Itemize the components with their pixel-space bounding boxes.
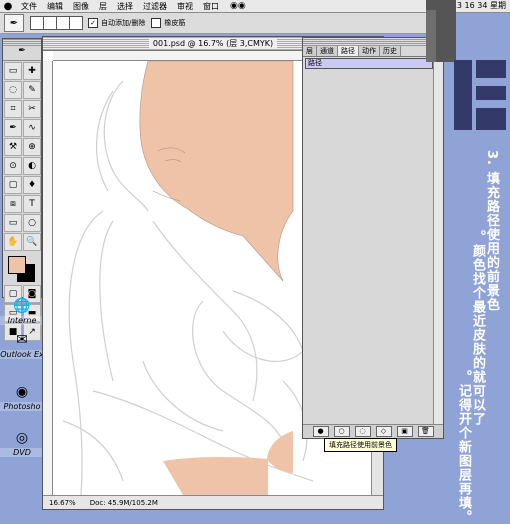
tab-history[interactable]: 历史: [380, 46, 401, 56]
tooltip: 填充路径使用前景色: [324, 438, 397, 452]
tab-layers[interactable]: 层: [303, 46, 317, 56]
dvd-icon: ◎: [15, 430, 29, 446]
desktop-icon-dvd[interactable]: ◎ DVD: [0, 428, 44, 457]
mode-button-2[interactable]: [43, 16, 57, 30]
mail-icon: ✉: [16, 332, 28, 348]
mode-button-4[interactable]: [69, 16, 83, 30]
tool-button-18[interactable]: ✋: [4, 233, 22, 251]
tool-button-16[interactable]: ▭: [4, 214, 22, 232]
tool-button-15[interactable]: T: [23, 195, 41, 213]
doc-size-readout: Doc: 45.9M/105.2M: [89, 498, 158, 507]
feather-logo-icon: ✒: [3, 46, 41, 61]
tool-button-1[interactable]: ✚: [23, 62, 41, 80]
menu-file[interactable]: 文件: [16, 1, 42, 12]
checkbox-unchecked-icon[interactable]: [151, 18, 162, 28]
globe-icon: 🌐: [13, 298, 31, 314]
tool-button-10[interactable]: ⊙: [4, 157, 22, 175]
path-mode-buttons: [30, 16, 83, 30]
pen-tool-icon[interactable]: ✒: [4, 14, 24, 32]
tool-button-9[interactable]: ⊕: [23, 138, 41, 156]
tool-button-4[interactable]: ⌗: [4, 100, 22, 118]
desktop-icon-label: Interne: [0, 316, 44, 325]
tool-button-6[interactable]: ✒: [4, 119, 22, 137]
tool-button-0[interactable]: ▭: [4, 62, 22, 80]
tool-button-5[interactable]: ✂: [23, 100, 41, 118]
trash-icon[interactable]: 🗑: [417, 426, 434, 437]
menu-window[interactable]: 窗口: [198, 1, 224, 12]
tool-button-3[interactable]: ✎: [23, 81, 41, 99]
desktop-icon-label: Outlook Ex: [0, 350, 44, 359]
make-path-button[interactable]: ◇: [375, 426, 392, 437]
tool-button-8[interactable]: ⚒: [4, 138, 22, 156]
status-bar: 16.67% Doc: 45.9M/105.2M: [43, 495, 383, 509]
auto-add-checkbox[interactable]: ✓ 自动添加/删除: [88, 18, 145, 28]
tab-actions[interactable]: 动作: [359, 46, 380, 56]
desktop-icon-internet[interactable]: 🌐 Interne: [0, 296, 44, 325]
tool-button-2[interactable]: ◌: [4, 81, 22, 99]
toolbox: ✒ ▭ ✚ ◌ ✎ ⌗ ✂ ✒ ∿ ⚒ ⊕ ⊙ ◐ ▢ ♦ ⧈ T ▭ ○ ✋ 🔍 ▢ ◙ ▭ ▬ ■ ↗: [2, 38, 42, 341]
filled-skin-face: [139, 61, 294, 282]
rubber-band-label: 橡皮筋: [164, 19, 186, 27]
tab-paths[interactable]: 路径: [338, 46, 359, 56]
tool-button-17[interactable]: ○: [23, 214, 41, 232]
options-bar: ✒ ✓ 自动添加/删除 橡皮筋: [0, 13, 430, 34]
menu-image[interactable]: 图像: [68, 1, 94, 12]
tool-grid: ▭ ✚ ◌ ✎ ⌗ ✂ ✒ ∿ ⚒ ⊕ ⊙ ◐ ▢ ♦ ⧈ T ▭ ○ ✋ 🔍: [3, 61, 41, 252]
filled-skin-arm: [163, 456, 268, 495]
color-swatches: [5, 254, 39, 282]
menu-edit[interactable]: 编辑: [42, 1, 68, 12]
tutorial-text-col3: 。记得开个新图层再填。: [456, 370, 471, 524]
toolbox-titlebar[interactable]: [3, 39, 41, 46]
auto-add-label: 自动添加/删除: [101, 19, 146, 27]
document-title: 001.psd @ 16.7% (层 3,CMYK): [148, 39, 278, 48]
tool-button-12[interactable]: ▢: [4, 176, 22, 194]
eye-icon: ◉: [15, 384, 29, 400]
paths-list: 路径: [305, 58, 433, 424]
zoom-level[interactable]: 16.67%: [49, 499, 76, 507]
tab-channels[interactable]: 通道: [317, 46, 338, 56]
load-selection-button[interactable]: ◌: [354, 426, 371, 437]
tool-button-14[interactable]: ⧈: [4, 195, 22, 213]
menu-view[interactable]: 审视: [172, 1, 198, 12]
eyes-icon: ◉◉: [230, 1, 246, 11]
desktop-icon-label: Photosho: [0, 402, 44, 411]
tutorial-logo: [426, 0, 510, 130]
menu-filter[interactable]: 过滤器: [138, 1, 172, 12]
new-path-button[interactable]: ▣: [396, 426, 413, 437]
checkbox-checked-icon[interactable]: ✓: [88, 18, 98, 28]
tool-button-13[interactable]: ♦: [23, 176, 41, 194]
desktop-icon-outlook[interactable]: ✉ Outlook Ex: [0, 330, 44, 359]
menu-select[interactable]: 选择: [112, 1, 138, 12]
tool-button-19[interactable]: 🔍: [23, 233, 41, 251]
path-row[interactable]: 路径: [305, 58, 433, 69]
tool-button-11[interactable]: ◐: [23, 157, 41, 175]
tool-button-7[interactable]: ∿: [23, 119, 41, 137]
vertical-ruler[interactable]: [43, 61, 53, 495]
mode-button-3[interactable]: [56, 16, 70, 30]
desktop-icon-photoshop[interactable]: ◉ Photosho: [0, 382, 44, 411]
apple-menu-icon[interactable]: ●: [0, 1, 16, 12]
foreground-color-swatch[interactable]: [8, 256, 26, 274]
stroke-path-button[interactable]: ○: [333, 426, 350, 437]
panel-footer: ● ○ ◌ ◇ ▣ 🗑: [303, 424, 443, 438]
mode-button-1[interactable]: [30, 16, 44, 30]
menu-layer[interactable]: 层: [94, 1, 112, 12]
desktop-icon-label: DVD: [0, 448, 44, 457]
rubber-band-checkbox[interactable]: 橡皮筋: [151, 18, 185, 28]
fill-path-button[interactable]: ●: [312, 426, 329, 437]
